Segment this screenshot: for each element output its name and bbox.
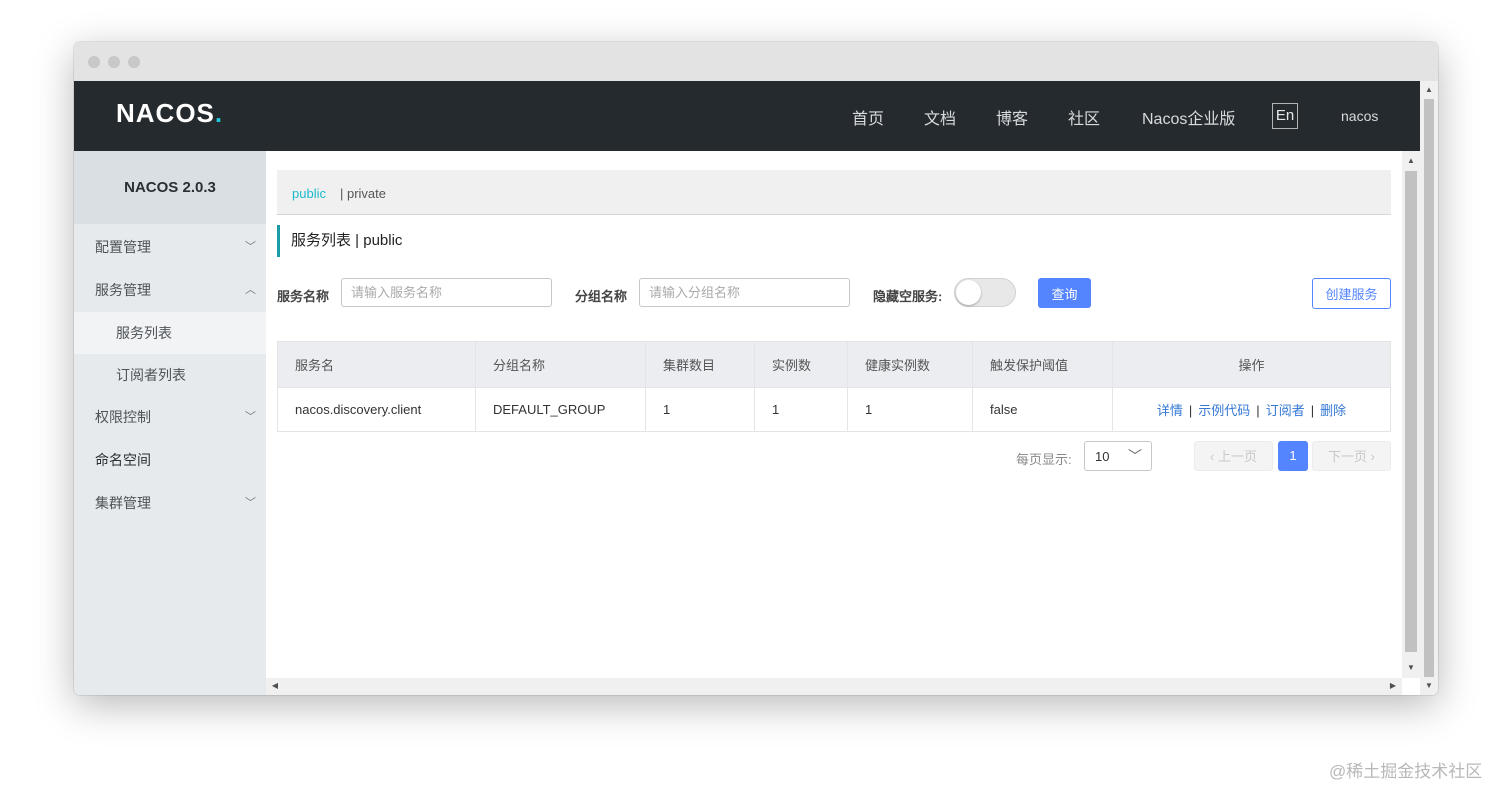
cell-healthy: 1 — [847, 387, 973, 432]
namespace-bar: public | private — [277, 170, 1391, 215]
next-page-button[interactable]: 下一页 › — [1312, 441, 1391, 471]
top-navbar: NACOS. 首页 文档 博客 社区 Nacos企业版 En nacos — [74, 81, 1420, 151]
col-header: 健康实例数 — [847, 341, 973, 388]
nav-link-home[interactable]: 首页 — [852, 105, 884, 129]
scrollbar-thumb[interactable] — [1424, 99, 1434, 677]
hide-empty-toggle[interactable] — [954, 278, 1016, 307]
page-size-select[interactable]: 10 ﹀ — [1084, 441, 1152, 471]
minimize-window-dot[interactable] — [108, 56, 120, 68]
op-separator: | — [1256, 403, 1260, 418]
menu-label: 订阅者列表 — [116, 367, 186, 383]
menu-label: 服务列表 — [116, 325, 172, 341]
menu-namespace[interactable]: 命名空间 — [74, 439, 266, 481]
menu-service-list[interactable]: 服务列表 — [74, 312, 266, 354]
language-switch-button[interactable]: En — [1272, 103, 1298, 129]
cell-clusters: 1 — [645, 387, 755, 432]
create-service-button[interactable]: 创建服务 — [1312, 278, 1391, 309]
col-header: 触发保护阈值 — [972, 341, 1113, 388]
op-separator: | — [1188, 403, 1193, 418]
toggle-knob — [956, 280, 981, 305]
chevron-down-icon: ﹀ — [1128, 448, 1142, 464]
main-content: public | private 服务列表 | public 服务名称 分组名称… — [266, 151, 1402, 678]
col-header: 操作 — [1112, 341, 1391, 388]
prev-label: 上一页 — [1217, 449, 1257, 464]
group-name-label: 分组名称 — [575, 289, 628, 304]
sidebar: NACOS 2.0.3 配置管理 ﹀ 服务管理 ︿ 服务列表 订阅者列表 权限控… — [74, 151, 266, 695]
page-size-label: 每页显示: — [1016, 452, 1072, 467]
cell-service-name: nacos.discovery.client — [277, 387, 476, 432]
scrollbar-thumb[interactable] — [1405, 171, 1417, 652]
service-name-input[interactable] — [341, 278, 552, 307]
scroll-up-icon[interactable]: ▲ — [1402, 153, 1420, 169]
cell-operations: 详情 | 示例代码 | 订阅者 | 删除 — [1112, 387, 1391, 432]
menu-config-management[interactable]: 配置管理 ﹀ — [74, 226, 266, 268]
watermark: @稀土掘金技术社区 — [1329, 762, 1483, 781]
group-name-input[interactable] — [639, 278, 850, 307]
nacos-logo[interactable]: NACOS. — [116, 98, 223, 129]
nav-link-enterprise[interactable]: Nacos企业版 — [1142, 105, 1235, 129]
menu-label: 集群管理 — [95, 495, 151, 511]
menu-label: 服务管理 — [95, 282, 151, 298]
menu-label: 命名空间 — [95, 452, 151, 468]
scroll-down-icon[interactable]: ▼ — [1402, 660, 1420, 676]
scroll-left-icon[interactable]: ◀ — [266, 678, 284, 694]
chevron-right-icon: › — [1367, 449, 1375, 464]
page-size-value: 10 — [1095, 449, 1110, 464]
cell-group: DEFAULT_GROUP — [475, 387, 646, 432]
menu-access-control[interactable]: 权限控制 ﹀ — [74, 396, 266, 438]
chevron-down-icon: ﹀ — [245, 497, 256, 509]
cell-threshold: false — [972, 387, 1113, 432]
detail-link[interactable]: 详情 — [1157, 403, 1183, 418]
sample-code-link[interactable]: 示例代码 — [1198, 403, 1250, 418]
menu-subscriber-list[interactable]: 订阅者列表 — [74, 354, 266, 396]
version-label: NACOS 2.0.3 — [74, 151, 266, 224]
window-vertical-scrollbar[interactable]: ▲ ▼ — [1420, 81, 1438, 695]
cell-instances: 1 — [754, 387, 848, 432]
nav-link-community[interactable]: 社区 — [1068, 105, 1100, 129]
scroll-down-icon[interactable]: ▼ — [1420, 678, 1438, 694]
chevron-down-icon: ﹀ — [245, 411, 256, 423]
close-window-dot[interactable] — [88, 56, 100, 68]
scroll-right-icon[interactable]: ▶ — [1384, 678, 1402, 694]
window-titlebar — [74, 42, 1438, 81]
username[interactable]: nacos — [1341, 108, 1378, 124]
content-horizontal-scrollbar[interactable]: ◀ ▶ — [266, 678, 1402, 695]
table-header-row: 服务名 分组名称 集群数目 实例数 健康实例数 触发保护阈值 操作 — [277, 341, 1391, 388]
namespace-private-link[interactable]: | private — [340, 186, 386, 201]
scroll-up-icon[interactable]: ▲ — [1420, 82, 1438, 98]
chevron-up-icon: ︿ — [245, 284, 256, 296]
browser-window: NACOS. 首页 文档 博客 社区 Nacos企业版 En nacos NAC… — [74, 42, 1438, 695]
nav-link-docs[interactable]: 文档 — [924, 105, 956, 129]
namespace-public-link[interactable]: public — [292, 186, 326, 201]
chevron-left-icon: ‹ — [1210, 449, 1218, 464]
delete-link[interactable]: 删除 — [1320, 403, 1346, 418]
menu-service-management[interactable]: 服务管理 ︿ — [74, 269, 266, 311]
query-button[interactable]: 查询 — [1038, 278, 1091, 308]
content-vertical-scrollbar[interactable]: ▲ ▼ — [1402, 151, 1420, 678]
chevron-down-icon: ﹀ — [245, 241, 256, 253]
service-name-label: 服务名称 — [277, 289, 330, 304]
op-separator: | — [1310, 403, 1315, 418]
menu-cluster-management[interactable]: 集群管理 ﹀ — [74, 482, 266, 524]
subscribers-link[interactable]: 订阅者 — [1266, 403, 1305, 418]
page-1-button[interactable]: 1 — [1278, 441, 1308, 471]
service-table: 服务名 分组名称 集群数目 实例数 健康实例数 触发保护阈值 操作 nacos.… — [277, 341, 1391, 432]
col-header: 服务名 — [277, 341, 476, 388]
nav-link-blog[interactable]: 博客 — [996, 105, 1028, 129]
next-label: 下一页 — [1328, 449, 1368, 464]
hide-empty-label: 隐藏空服务: — [873, 289, 943, 304]
prev-page-button[interactable]: ‹ 上一页 — [1194, 441, 1273, 471]
zoom-window-dot[interactable] — [128, 56, 140, 68]
table-row: nacos.discovery.client DEFAULT_GROUP 1 1… — [277, 387, 1391, 432]
col-header: 实例数 — [754, 341, 848, 388]
page-title: 服务列表 | public — [277, 225, 402, 257]
menu-label: 权限控制 — [95, 409, 151, 425]
col-header: 分组名称 — [475, 341, 646, 388]
menu-label: 配置管理 — [95, 239, 151, 255]
col-header: 集群数目 — [645, 341, 755, 388]
